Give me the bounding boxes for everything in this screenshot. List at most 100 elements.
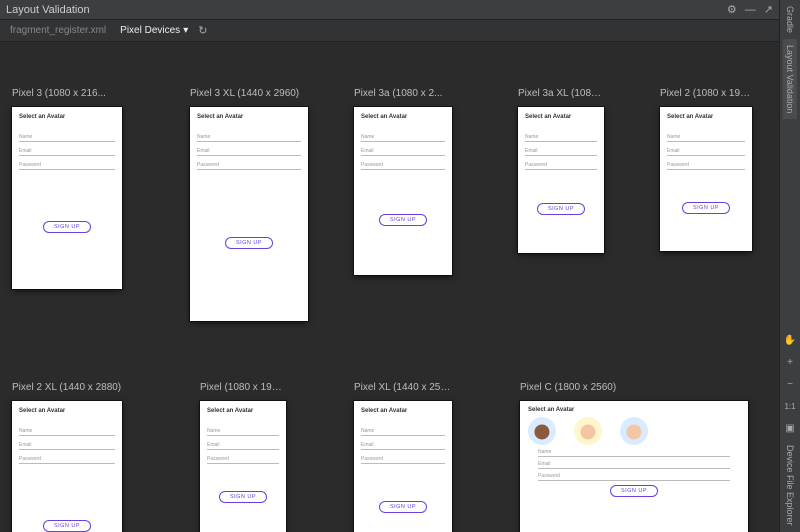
device-screen: Select an Avatar NameEmailPassword SIGN UP (190, 107, 308, 321)
device-screen: Select an AvatarNameEmailPasswordSIGN UP (520, 401, 748, 532)
device-preview[interactable]: Pixel 3a (1080 x 2... Select an Avatar Nam… (354, 88, 452, 275)
avatar-grid (667, 124, 673, 127)
device-label: Pixel XL (1440 x 2560) (354, 382, 452, 393)
text-field: Password (19, 162, 115, 170)
fields-group: Name Email Password (19, 134, 115, 170)
avatar-grid (361, 124, 367, 127)
avatar-grid (361, 418, 367, 421)
mock-header: Select an Avatar (207, 408, 279, 414)
device-label: Pixel 3 (1080 x 216... (12, 88, 122, 99)
toolbar: fragment_register.xml Pixel Devices ▾ ↻ (0, 20, 779, 42)
device-preview[interactable]: Pixel (1080 x 1920) Select an Avatar NameE… (200, 382, 286, 532)
mock-header: Select an Avatar (197, 114, 301, 120)
minimize-icon[interactable]: — (745, 4, 756, 16)
mock-header: Select an Avatar (19, 114, 115, 120)
rail-tab-gradle[interactable]: Gradle (783, 0, 797, 39)
signup-button: SIGN UP (682, 202, 730, 214)
mock-header: Select an Avatar (19, 408, 115, 414)
fields-group: Name Email Password (525, 134, 597, 170)
device-screen: Select an Avatar Name Email Password SIGN UP (518, 107, 604, 253)
text-field: Email (667, 148, 745, 156)
device-preview[interactable]: Pixel 3a XL (1080 ... Select an Avatar Nam… (518, 88, 604, 253)
device-preview[interactable]: Pixel 3 (1080 x 216... Select an Avatar Na… (12, 88, 122, 289)
gear-icon[interactable]: ⚙ (727, 3, 737, 16)
fields-group: Name Email Password (667, 134, 745, 170)
text-field: Password (667, 162, 745, 170)
text-field: Email (538, 461, 730, 469)
device-label: Pixel 3a XL (1080 ... (518, 88, 604, 99)
device-screen: Select an AvatarNameEmailPasswordSIGN UP (12, 107, 122, 289)
device-config-dropdown[interactable]: Pixel Devices ▾ (120, 25, 188, 36)
avatar-option (620, 417, 648, 445)
zoom-in-icon[interactable]: + (782, 354, 798, 370)
device-label: Pixel 2 (1080 x 192... (660, 88, 752, 99)
zoom-reset-button[interactable]: 1:1 (782, 398, 798, 414)
device-screen: Select an Avatar Name Email Password SIGN UP (660, 107, 752, 251)
device-preview[interactable]: Pixel XL (1440 x 2560) Select an Avatar Na… (354, 382, 452, 532)
text-field: Email (361, 148, 445, 156)
text-field: Name (19, 428, 115, 436)
text-field: Name (361, 428, 445, 436)
fields-group: NameEmailPassword (19, 428, 115, 464)
text-field: Name (19, 134, 115, 142)
chevron-down-icon: ▾ (183, 25, 188, 36)
text-field: Name (525, 134, 597, 142)
pan-icon[interactable]: ✋ (782, 332, 798, 348)
mock-header: Select an Avatar (361, 408, 445, 414)
text-field: Password (525, 162, 597, 170)
device-label: Pixel C (1800 x 2560) (520, 382, 748, 393)
mock-header: Select an Avatar (361, 114, 445, 120)
signup-button: SIGN UP (610, 485, 658, 497)
text-field: Name (538, 449, 730, 457)
text-field: Email (19, 148, 115, 156)
avatar-option (528, 417, 556, 445)
avatar-grid (528, 417, 648, 445)
device-screen: Select an Avatar Name Email Password SIGN UP (354, 107, 452, 275)
mock-header: Select an Avatar (667, 114, 745, 120)
text-field: Name (207, 428, 279, 436)
text-field: Email (19, 442, 115, 450)
device-preview[interactable]: Pixel 2 XL (1440 x 2880) Select an Avatar… (12, 382, 122, 532)
signup-button: SIGN UP (379, 214, 427, 226)
device-screen: Select an Avatar NameEmailPassword SIGN UP (200, 401, 286, 532)
device-label: Pixel 2 XL (1440 x 2880) (12, 382, 122, 393)
text-field: Password (207, 456, 279, 464)
avatar-grid (19, 124, 25, 127)
signup-button: SIGN UP (219, 491, 267, 503)
text-field: Name (667, 134, 745, 142)
device-label: Pixel 3 XL (1440 x 2960) (190, 88, 308, 99)
device-screen: Select an AvatarNameEmailPasswordSIGN UP (12, 401, 122, 532)
device-screen: Select an AvatarNameEmailPasswordSIGN UP (354, 401, 452, 532)
device-label: Pixel 3a (1080 x 2... (354, 88, 452, 99)
right-rail: Gradle Layout Validation ✋ + − 1:1 ▣ Dev… (779, 0, 800, 532)
rail-tab-device-file-explorer[interactable]: Device File Explorer (783, 439, 797, 532)
signup-button: SIGN UP (43, 520, 91, 532)
mock-header: Select an Avatar (528, 407, 740, 413)
device-config-label: Pixel Devices (120, 25, 180, 36)
text-field: Password (361, 162, 445, 170)
device-preview[interactable]: Pixel 2 (1080 x 192... Select an Avatar Na… (660, 88, 752, 251)
fit-screen-icon[interactable]: ▣ (782, 420, 798, 436)
fields-group: NameEmailPassword (538, 449, 730, 481)
refresh-icon[interactable]: ↻ (198, 24, 207, 37)
avatar-grid (19, 418, 25, 421)
rail-tab-layout-validation[interactable]: Layout Validation (783, 39, 797, 119)
signup-button: SIGN UP (379, 501, 427, 513)
text-field: Name (361, 134, 445, 142)
text-field: Email (525, 148, 597, 156)
device-preview[interactable]: Pixel C (1800 x 2560) Select an Avatar Nam… (520, 382, 748, 532)
fields-group: NameEmailPassword (197, 134, 301, 170)
device-preview[interactable]: Pixel 3 XL (1440 x 2960) Select an Avatar… (190, 88, 308, 321)
text-field: Email (361, 442, 445, 450)
popout-icon[interactable]: ↗ (764, 3, 773, 16)
signup-button: SIGN UP (225, 237, 273, 249)
preview-canvas[interactable]: Pixel 3 (1080 x 216... Select an Avatar Na… (0, 42, 779, 532)
fields-group: NameEmailPassword (207, 428, 279, 464)
file-tab[interactable]: fragment_register.xml (6, 23, 110, 38)
zoom-out-icon[interactable]: − (782, 376, 798, 392)
mock-header: Select an Avatar (525, 114, 597, 120)
avatar-option (574, 417, 602, 445)
device-label: Pixel (1080 x 1920) (200, 382, 286, 393)
signup-button: SIGN UP (537, 203, 585, 215)
avatar-grid (207, 418, 213, 421)
